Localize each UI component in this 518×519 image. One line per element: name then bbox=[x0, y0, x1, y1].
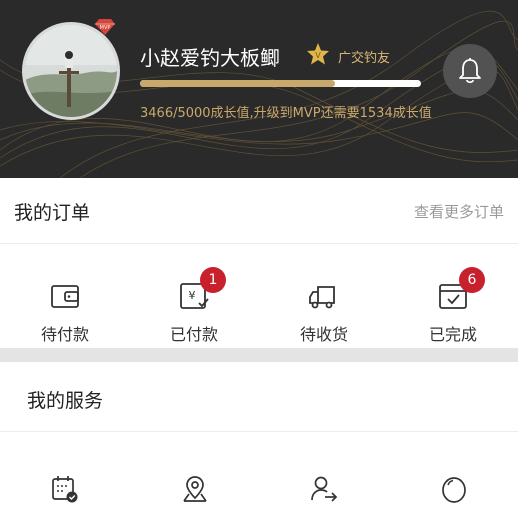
svg-text:¥: ¥ bbox=[189, 289, 196, 302]
wallet-icon bbox=[51, 285, 79, 308]
profile-header: MVP 小赵爱钓大板鲫 V 广交钓友 3466/5000成长值,升级到MVP还需… bbox=[0, 0, 518, 178]
vip-diamond-icon: MVP bbox=[95, 19, 115, 35]
order-item-pending-payment[interactable]: 待付款 bbox=[5, 245, 125, 348]
svg-text:MVP: MVP bbox=[100, 25, 111, 31]
view-more-orders-link[interactable]: 查看更多订单 bbox=[414, 201, 504, 222]
section-divider bbox=[0, 348, 518, 362]
order-item-paid[interactable]: ¥ 已付款 1 bbox=[134, 245, 254, 348]
orders-title: 我的订单 bbox=[14, 202, 91, 224]
svg-text:V: V bbox=[315, 51, 321, 60]
order-count-badge: 1 bbox=[200, 267, 226, 293]
username: 小赵爱钓大板鲫 bbox=[140, 46, 280, 70]
orders-section-header: 我的订单 查看更多订单 bbox=[0, 178, 518, 244]
bell-icon bbox=[459, 58, 481, 84]
order-count-badge: 6 bbox=[459, 267, 485, 293]
growth-progress-bar bbox=[140, 80, 421, 87]
order-item-label: 待收货 bbox=[299, 325, 348, 344]
order-item-completed[interactable]: 已完成 6 bbox=[393, 245, 513, 348]
calendar-check-icon[interactable] bbox=[50, 474, 80, 504]
order-item-label: 待付款 bbox=[40, 325, 89, 344]
services-row bbox=[0, 432, 518, 519]
services-title: 我的服务 bbox=[27, 390, 104, 412]
order-item-awaiting-delivery[interactable]: 待收货 bbox=[264, 245, 384, 348]
level-name: 广交钓友 bbox=[338, 51, 391, 66]
growth-text: 3466/5000成长值,升级到MVP还需要1534成长值 bbox=[140, 106, 432, 121]
order-item-label: 已付款 bbox=[169, 325, 218, 344]
avatar[interactable] bbox=[22, 22, 120, 120]
notification-button[interactable] bbox=[443, 44, 497, 98]
avatar-photo bbox=[25, 25, 117, 117]
growth-progress-fill bbox=[140, 80, 335, 87]
egg-icon[interactable] bbox=[439, 474, 469, 504]
map-pin-icon[interactable] bbox=[180, 474, 210, 504]
services-section-header: 我的服务 bbox=[0, 362, 518, 432]
level-star-icon: V bbox=[307, 43, 329, 65]
delivery-truck-icon bbox=[309, 286, 335, 309]
user-transfer-icon[interactable] bbox=[309, 474, 339, 504]
orders-row: 待付款 ¥ 已付款 1 待收货 已完成 6 bbox=[0, 245, 518, 348]
order-item-label: 已完成 bbox=[428, 325, 477, 344]
